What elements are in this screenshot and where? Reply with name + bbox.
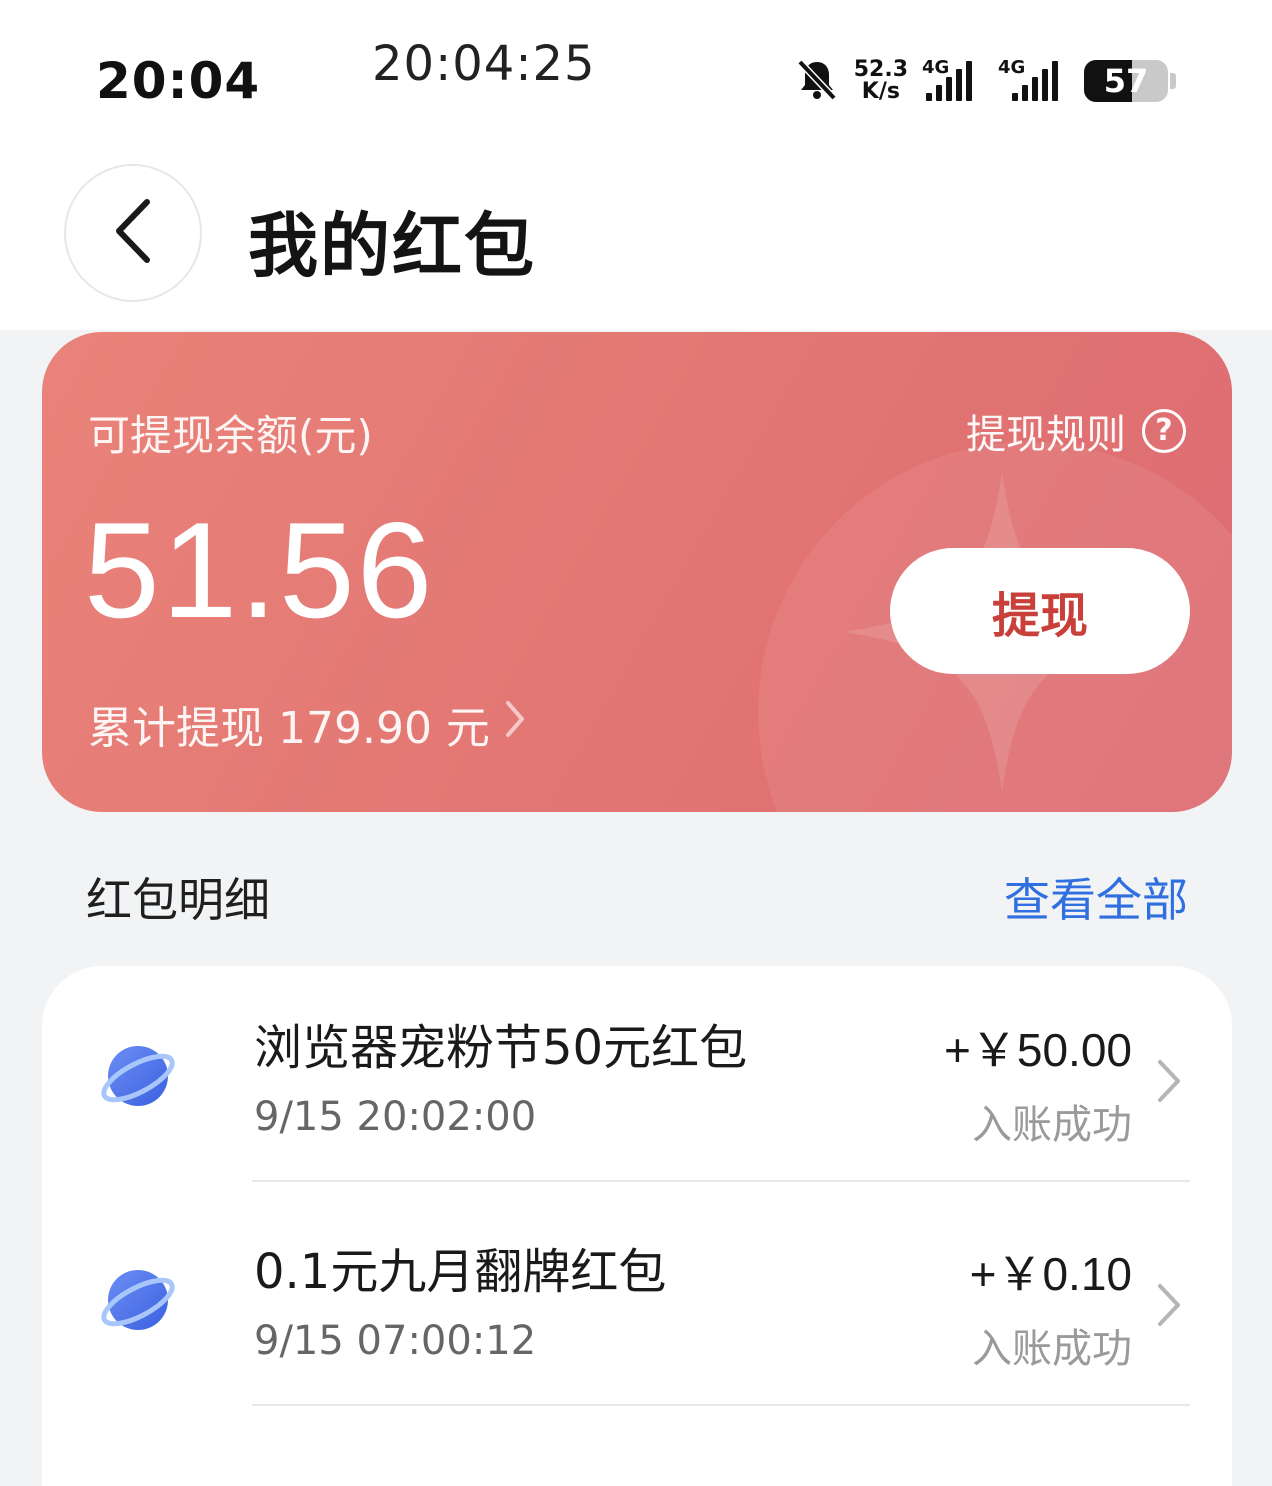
item-amount: +￥50.00 bbox=[944, 1024, 1132, 1076]
chevron-right-icon bbox=[504, 699, 526, 750]
item-amount: +￥0.10 bbox=[969, 1248, 1132, 1300]
balance-label: 可提现余额(元) bbox=[88, 411, 373, 460]
mute-bell-icon bbox=[794, 56, 840, 106]
signal-icon-sim2: 4G bbox=[998, 57, 1070, 101]
signal-icon-sim1: 4G bbox=[922, 57, 984, 101]
balance-amount: 51.56 bbox=[84, 494, 435, 646]
item-time: 9/15 20:02:00 bbox=[254, 1094, 537, 1140]
status-icons: 52.3 K/s 4G 4G 57 bbox=[794, 56, 1176, 106]
chevron-right-icon bbox=[1156, 1058, 1182, 1108]
page-title: 我的红包 bbox=[248, 205, 536, 287]
details-list: 浏览器宠粉节50元红包 9/15 20:02:00 +￥50.00 入账成功 0… bbox=[42, 966, 1232, 1486]
network-speed: 52.3 K/s bbox=[854, 59, 908, 103]
battery-tip bbox=[1170, 73, 1176, 89]
network-speed-value: 52.3 bbox=[853, 57, 908, 82]
battery-level: 57 bbox=[1103, 62, 1149, 100]
list-item[interactable]: 0.1元九月翻牌红包 9/15 07:00:12 +￥0.10 入账成功 bbox=[42, 1190, 1232, 1414]
view-all-link[interactable]: 查看全部 bbox=[1004, 864, 1188, 930]
network-speed-unit: K/s bbox=[861, 79, 900, 104]
help-icon: ? bbox=[1142, 409, 1186, 453]
status-time: 20:04 bbox=[96, 52, 261, 110]
total-withdrawn-text: 累计提现 179.90 元 bbox=[88, 703, 490, 754]
status-bar: 20:04 20:04:25 52.3 K/s 4G 4G 57 bbox=[0, 0, 1272, 130]
total-withdrawn-link[interactable]: 累计提现 179.90 元 bbox=[88, 692, 526, 756]
divider bbox=[252, 1180, 1190, 1182]
list-item[interactable]: 浏览器宠粉节50元红包 9/15 20:02:00 +￥50.00 入账成功 bbox=[42, 966, 1232, 1190]
page-header: 我的红包 bbox=[0, 130, 1272, 330]
status-clock: 20:04:25 bbox=[372, 36, 596, 92]
chevron-left-icon bbox=[111, 196, 155, 270]
sim1-network-type: 4G bbox=[922, 57, 950, 78]
item-title: 0.1元九月翻牌红包 bbox=[254, 1244, 667, 1300]
withdraw-rules-label: 提现规则 bbox=[966, 412, 1126, 458]
withdraw-rules-link[interactable]: 提现规则 ? bbox=[966, 402, 1186, 460]
back-button[interactable] bbox=[64, 164, 202, 302]
browser-planet-icon bbox=[100, 1262, 176, 1342]
browser-planet-icon bbox=[100, 1038, 176, 1118]
battery-icon: 57 bbox=[1084, 60, 1168, 102]
sim2-network-type: 4G bbox=[998, 57, 1026, 78]
item-title: 浏览器宠粉节50元红包 bbox=[254, 1020, 748, 1076]
balance-card: 可提现余额(元) 提现规则 ? 51.56 提现 累计提现 179.90 元 bbox=[42, 332, 1232, 812]
item-status: 入账成功 bbox=[972, 1102, 1132, 1148]
item-time: 9/15 07:00:12 bbox=[254, 1318, 537, 1364]
chevron-right-icon bbox=[1156, 1282, 1182, 1332]
item-status: 入账成功 bbox=[972, 1326, 1132, 1372]
divider bbox=[252, 1404, 1190, 1406]
withdraw-button[interactable]: 提现 bbox=[890, 548, 1190, 674]
details-section-header: 红包明细 查看全部 bbox=[86, 864, 1188, 930]
details-title: 红包明细 bbox=[86, 873, 270, 927]
